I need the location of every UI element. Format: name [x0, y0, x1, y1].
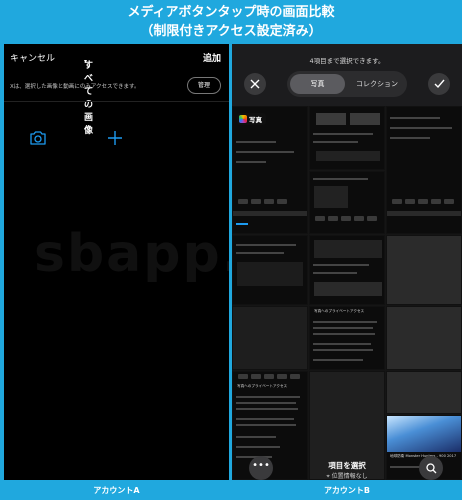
photo-thumbnail[interactable]	[309, 235, 385, 305]
photo-thumbnail[interactable]	[386, 106, 462, 234]
photo-thumbnail[interactable]	[386, 235, 462, 305]
watermark: sbapp.net	[34, 224, 229, 284]
banner-title: メディアボタンタップ時の画面比較	[127, 5, 335, 20]
limited-access-notice: Xは、選択した画像と動画にのみアクセスできます。 管理	[4, 68, 229, 102]
plus-icon[interactable]	[107, 130, 123, 146]
search-icon	[425, 462, 436, 473]
photo-thumbnail[interactable]: 写真	[232, 106, 308, 234]
tab-collections[interactable]: コレクション	[349, 74, 405, 94]
picker-header: キャンセル すべての画像 ▾ 追加	[4, 44, 229, 136]
search-button[interactable]	[419, 456, 443, 480]
camera-icon[interactable]	[29, 130, 47, 146]
location-off-icon: ⌖	[326, 473, 330, 480]
account-a-label: アカウントA	[93, 486, 140, 495]
photo-thumbnail[interactable]	[386, 306, 462, 370]
photos-app-chip: 写真	[237, 113, 266, 125]
banner-subtitle: （制限付きアクセス設定済み）	[140, 24, 322, 39]
privacy-title: 写真へのプライベートアクセス	[237, 384, 288, 388]
privacy-title: 写真へのプライベートアクセス	[314, 309, 365, 313]
photos-chip-label: 写真	[249, 116, 262, 124]
photo-thumbnail[interactable]	[232, 306, 308, 370]
close-button[interactable]	[244, 73, 266, 95]
photo-thumbnail[interactable]	[386, 371, 462, 414]
selection-limit-text: 4項目まで選択できます。	[309, 57, 385, 65]
photo-grid: 写真 写真へのプライベートアクセス 写真へのプライベートアクセス 地球防衛 Mo…	[232, 106, 462, 480]
photo-thumbnail[interactable]	[309, 171, 385, 234]
account-b-label: アカウントB	[323, 486, 371, 495]
done-button[interactable]	[428, 73, 450, 95]
manage-button[interactable]: 管理	[187, 77, 221, 94]
privacy-info-text: 写真へのプライベートアクセス	[314, 309, 382, 314]
privacy-info-text: 写真へのプライベートアクセス	[237, 384, 305, 389]
picker-top-bar: 4項目まで選択できます。 写真 コレクション	[232, 44, 462, 106]
account-b-screen: 4項目まで選択できます。 写真 コレクション 写真 写真へのプライベートアクセス…	[232, 44, 462, 480]
cancel-button[interactable]: キャンセル	[10, 51, 55, 64]
photos-app-icon	[239, 115, 247, 123]
account-a-screen: キャンセル すべての画像 ▾ 追加 Xは、選択した画像と動画にのみアクセスできま…	[4, 44, 229, 480]
tab-photos[interactable]: 写真	[290, 74, 345, 94]
photo-thumbnail[interactable]	[232, 235, 308, 305]
notice-text: Xは、選択した画像と動画にのみアクセスできます。	[10, 84, 140, 90]
photo-thumbnail[interactable]	[309, 106, 385, 170]
chevron-down-icon: ▾	[84, 58, 88, 65]
photo-thumbnail[interactable]: 写真へのプライベートアクセス	[309, 306, 385, 370]
close-icon	[250, 79, 260, 89]
location-status-label: 位置情報なし	[331, 473, 368, 480]
add-button[interactable]: 追加	[203, 51, 221, 64]
comparison-banner: メディアボタンタップ時の画面比較 （制限付きアクセス設定済み）	[0, 0, 462, 44]
source-segmented-control: 写真 コレクション	[287, 71, 407, 97]
checkmark-icon	[434, 79, 445, 89]
